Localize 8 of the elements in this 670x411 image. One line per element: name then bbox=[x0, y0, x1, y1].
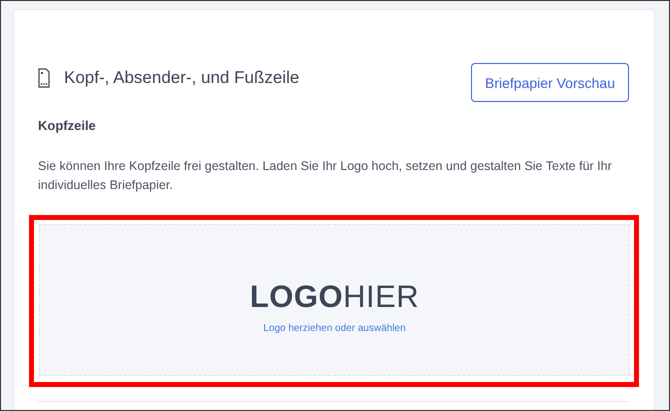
logo-dropzone[interactable]: LOGOHIER Logo herziehen oder auswählen bbox=[39, 224, 630, 376]
logo-placeholder: LOGOHIER bbox=[250, 278, 420, 314]
description-text: Sie können Ihre Kopfzeile frei gestalten. Laden Sie Ihr Logo hoch, setzen und gestalten Sie Texte für Ihr individuelles Briefpapier. bbox=[38, 158, 613, 194]
document-icon bbox=[38, 68, 50, 88]
section-heading: Kopfzeile bbox=[38, 118, 97, 133]
preview-button[interactable]: Briefpapier Vorschau bbox=[471, 63, 629, 102]
section-title: Kopf-, Absender-, und Fußzeile bbox=[64, 68, 300, 88]
upload-link[interactable]: Logo herziehen oder auswählen bbox=[263, 322, 406, 334]
